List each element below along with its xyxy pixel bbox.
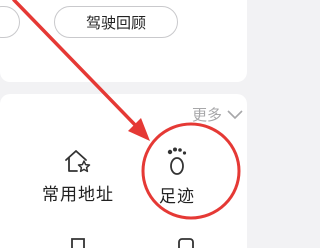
frequent-address-tile[interactable]: 常用地址 bbox=[28, 148, 128, 205]
driving-review-button[interactable]: 驾驶回顾 bbox=[54, 6, 178, 38]
frequent-address-label: 常用地址 bbox=[42, 185, 114, 205]
partial-icon-right bbox=[178, 238, 194, 248]
more-link[interactable]: 更多 bbox=[192, 104, 243, 125]
more-label: 更多 bbox=[191, 106, 222, 124]
footprint-label: 足迹 bbox=[159, 187, 195, 207]
chevron-down-icon bbox=[227, 109, 243, 119]
top-card: 驾驶回顾 bbox=[0, 0, 247, 82]
screen: 驾驶回顾 更多 常用地址 足迹 bbox=[0, 0, 247, 248]
home-star-icon bbox=[65, 150, 91, 173]
footprint-icon bbox=[167, 147, 187, 175]
driving-review-label: 驾驶回顾 bbox=[85, 13, 146, 32]
partial-button[interactable] bbox=[0, 6, 20, 38]
partial-icon-left bbox=[71, 238, 85, 248]
footprint-tile[interactable]: 足迹 bbox=[127, 146, 227, 207]
tools-section: 更多 常用地址 足迹 bbox=[0, 94, 247, 248]
